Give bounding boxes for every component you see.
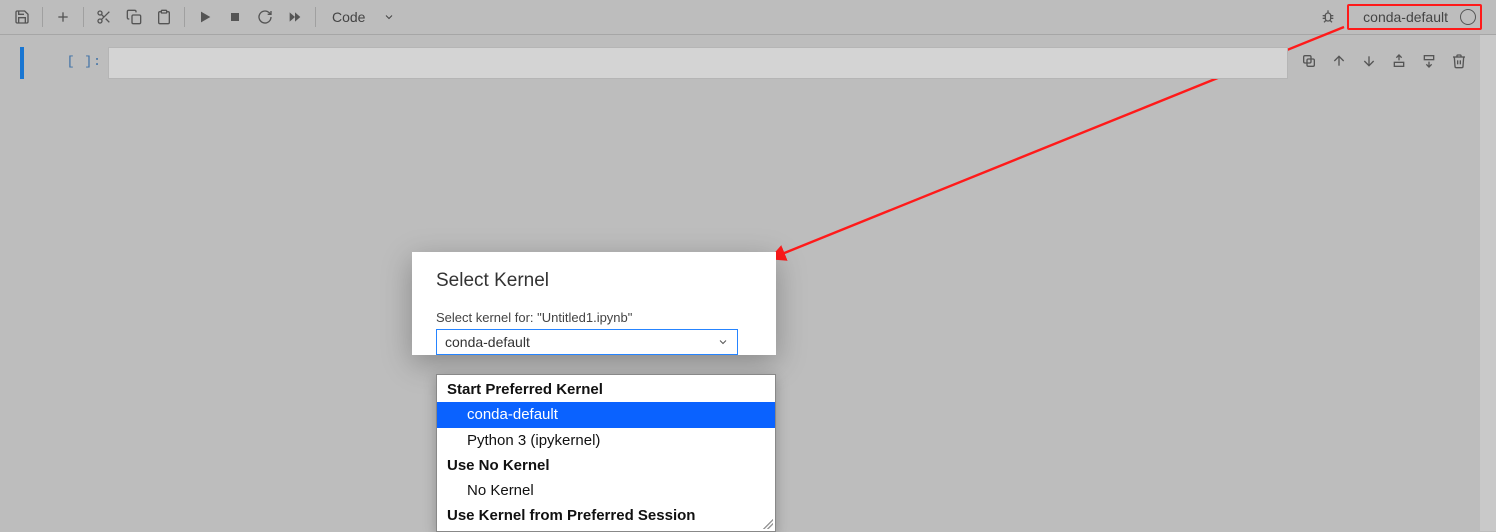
insert-below-icon[interactable] (1416, 47, 1442, 75)
dropdown-group: Use No Kernel (437, 453, 775, 478)
kernel-status-icon[interactable] (1460, 9, 1476, 25)
kernel-name[interactable]: conda-default (1357, 7, 1454, 27)
move-down-icon[interactable] (1356, 47, 1382, 75)
toolbar-divider (184, 7, 185, 27)
dialog-title: Select Kernel (436, 270, 752, 292)
select-kernel-dialog: Select Kernel Select kernel for: "Untitl… (412, 252, 776, 355)
cell-input[interactable] (108, 47, 1288, 79)
notebook-toolbar: Code conda-default (0, 0, 1496, 35)
resize-handle-icon[interactable] (763, 519, 773, 529)
cut-icon[interactable] (90, 4, 118, 30)
restart-icon[interactable] (251, 4, 279, 30)
code-cell[interactable]: [ ]: (20, 47, 1476, 79)
kernel-dropdown[interactable]: Start Preferred Kernelconda-defaultPytho… (436, 374, 776, 532)
toolbar-divider (83, 7, 84, 27)
delete-cell-icon[interactable] (1446, 47, 1472, 75)
toolbar-divider (315, 7, 316, 27)
insert-above-icon[interactable] (1386, 47, 1412, 75)
cell-prompt: [ ]: (58, 47, 102, 69)
add-cell-icon[interactable] (49, 4, 77, 30)
duplicate-cell-icon[interactable] (1296, 47, 1322, 75)
cell-type-label: Code (332, 9, 365, 25)
save-icon[interactable] (8, 4, 36, 30)
cell-toolbar (1292, 47, 1476, 75)
move-up-icon[interactable] (1326, 47, 1352, 75)
kernel-select[interactable]: conda-default (436, 329, 738, 355)
dropdown-option[interactable]: No Kernel (437, 478, 775, 503)
dialog-label: Select kernel for: "Untitled1.ipynb" (436, 310, 752, 325)
kernel-indicator-area: conda-default (1311, 4, 1488, 30)
cell-type-select[interactable]: Code (322, 9, 405, 25)
toolbar-divider (42, 7, 43, 27)
dropdown-option[interactable]: Python 3 (ipykernel) (437, 428, 775, 453)
chevron-down-icon (717, 336, 729, 348)
kernel-name-highlight: conda-default (1347, 4, 1482, 30)
vertical-scrollbar[interactable] (1480, 35, 1496, 531)
paste-icon[interactable] (150, 4, 178, 30)
debug-icon[interactable] (1317, 4, 1339, 30)
run-all-icon[interactable] (281, 4, 309, 30)
cell-active-marker (20, 47, 24, 79)
dropdown-option[interactable]: conda-default (437, 402, 775, 427)
run-icon[interactable] (191, 4, 219, 30)
copy-icon[interactable] (120, 4, 148, 30)
stop-icon[interactable] (221, 4, 249, 30)
kernel-select-value: conda-default (445, 334, 530, 350)
chevron-down-icon (383, 11, 395, 23)
dropdown-group: Start Preferred Kernel (437, 377, 775, 402)
dropdown-group: Use Kernel from Preferred Session (437, 503, 775, 528)
